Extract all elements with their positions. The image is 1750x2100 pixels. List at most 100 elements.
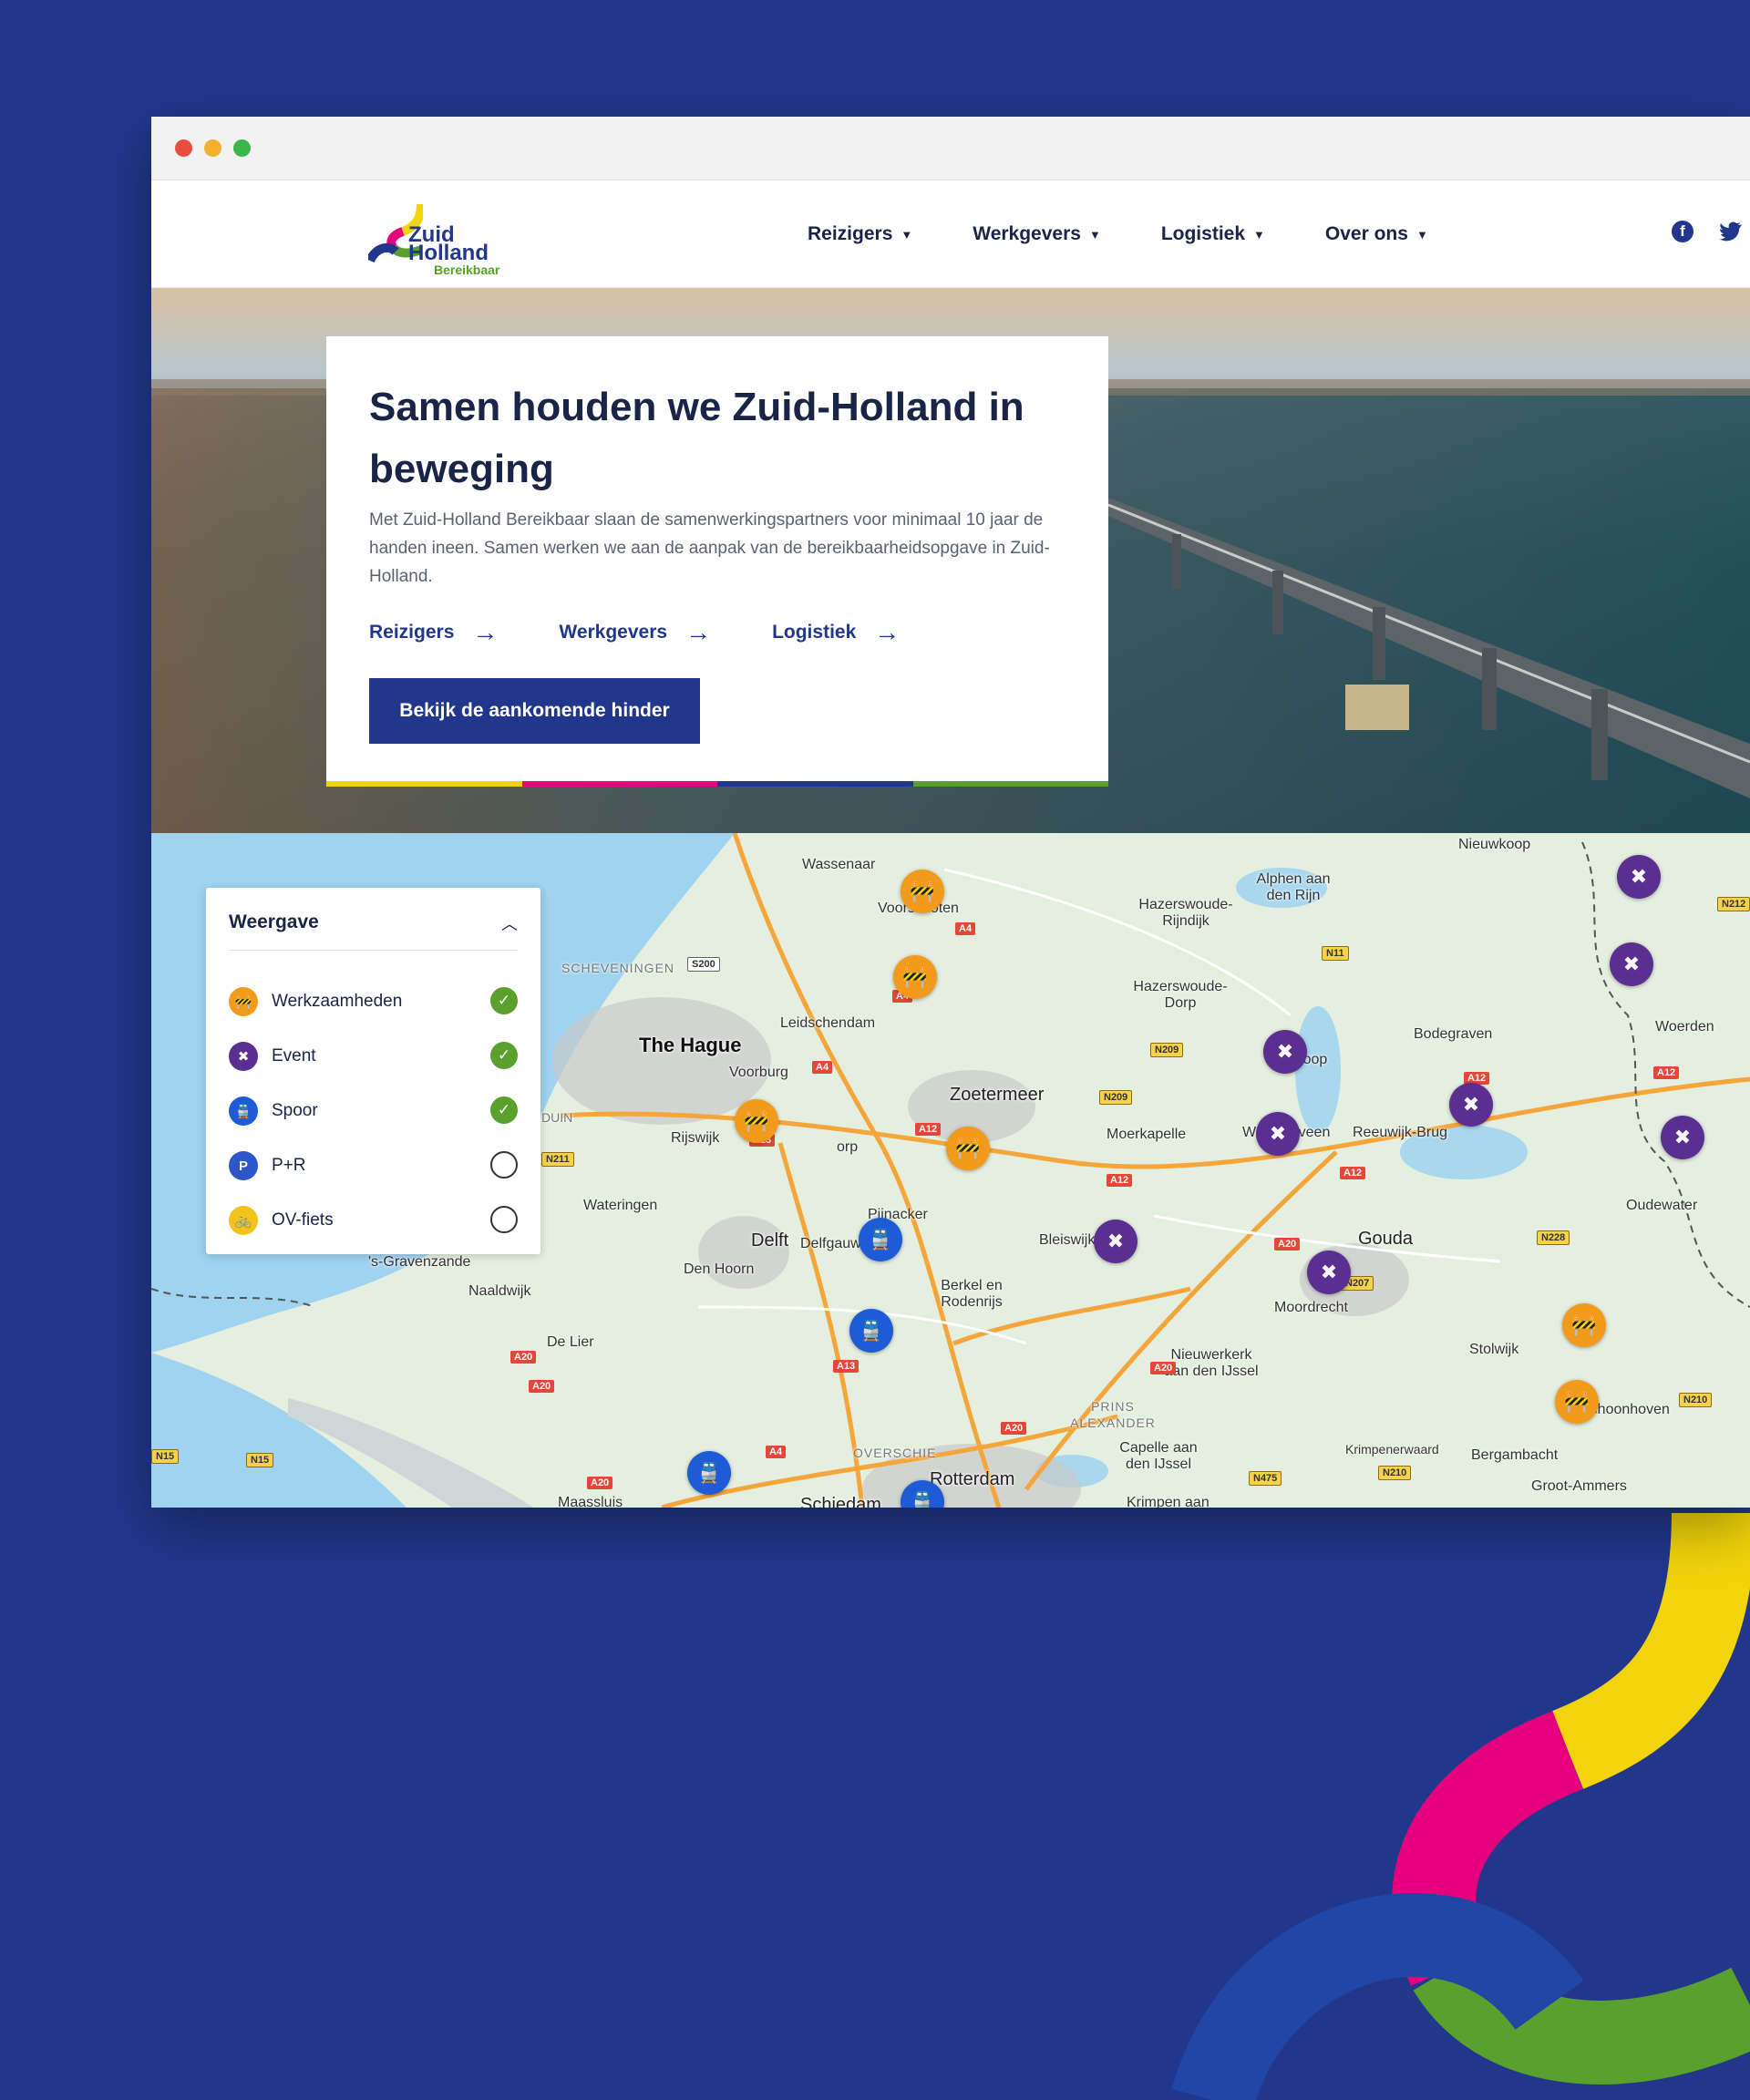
legend-item-spoor[interactable]: 🚆 Spoor ✓ — [229, 1093, 518, 1129]
map-place-label: Nieuwerkerk aan den IJssel — [1164, 1347, 1259, 1379]
map-place-label: Krimpenerwaard — [1345, 1442, 1439, 1457]
map-road-label: N15 — [246, 1453, 274, 1467]
browser-titlebar — [151, 117, 1750, 180]
facebook-icon[interactable]: f — [1672, 221, 1693, 242]
map-place-label: Bodegraven — [1414, 1026, 1493, 1042]
unchecked-circle-icon[interactable] — [490, 1206, 518, 1233]
nav-item-reizigers[interactable]: Reizigers ▼ — [808, 223, 912, 245]
map-place-label: Stolwijk — [1469, 1342, 1519, 1357]
map-road-label: A20 — [529, 1380, 555, 1393]
map-place-label: Den Hoorn — [684, 1261, 755, 1277]
arrow-right-icon: → — [685, 618, 712, 646]
legend-item-ov-fiets[interactable]: 🚲 OV-fiets — [229, 1202, 518, 1239]
legend-item-p-plus-r[interactable]: P P+R — [229, 1148, 518, 1184]
map-place-label: Bergambacht — [1471, 1447, 1559, 1463]
map-place-label: Reeuwijk-Brug — [1353, 1125, 1448, 1140]
legend-item-label: Spoor — [272, 1101, 318, 1120]
close-window-button[interactable] — [175, 139, 192, 157]
parking-icon: P — [229, 1151, 258, 1180]
minimize-window-button[interactable] — [204, 139, 221, 157]
nav-item-over-ons[interactable]: Over ons ▼ — [1325, 223, 1428, 245]
roadworks-marker[interactable]: 🚧 — [1562, 1303, 1606, 1347]
map-place-label: Wassenaar — [802, 857, 876, 872]
legend-item-werkzaamheden[interactable]: 🚧 Werkzaamheden ✓ — [229, 983, 518, 1020]
map-road-label: N209 — [1099, 1090, 1133, 1105]
event-marker[interactable]: ✖ — [1256, 1112, 1300, 1156]
roadworks-icon: 🚧 — [229, 987, 258, 1016]
roadworks-marker[interactable]: 🚧 — [735, 1099, 778, 1143]
map-place-label: The Hague — [639, 1034, 742, 1056]
disruption-map[interactable]: Wassenaar Voorschoten Hazerswoude-Rijndi… — [151, 833, 1750, 1508]
roadworks-marker[interactable]: 🚧 — [1555, 1380, 1599, 1424]
event-marker[interactable]: ✖ — [1617, 855, 1661, 899]
legend-item-label: OV-fiets — [272, 1210, 334, 1230]
event-marker[interactable]: ✖ — [1263, 1030, 1307, 1074]
train-icon: 🚆 — [229, 1096, 258, 1126]
maximize-window-button[interactable] — [233, 139, 251, 157]
map-road-label: N210 — [1378, 1466, 1412, 1480]
map-place-label: Hazerswoude-Dorp — [1133, 979, 1228, 1011]
map-place-label: Groot-Ammers — [1531, 1478, 1627, 1494]
map-road-label: A4 — [812, 1061, 833, 1074]
main-nav: Reizigers ▼ Werkgevers ▼ Logistiek ▼ Ove… — [808, 180, 1488, 288]
hero-link-werkgevers[interactable]: Werkgevers → — [559, 618, 711, 647]
map-place-label: Leidschendam — [780, 1015, 876, 1031]
train-marker[interactable]: 🚆 — [849, 1309, 893, 1353]
map-road-label: N15 — [151, 1449, 180, 1464]
hero-title: Samen houden we Zuid-Holland in beweging — [369, 385, 1024, 491]
map-road-label: A20 — [510, 1351, 537, 1364]
view-upcoming-disruptions-button[interactable]: Bekijk de aankomende hinder — [369, 678, 700, 744]
map-place-label: Krimpen aan — [1127, 1495, 1210, 1508]
map-place-label: OVERSCHIE — [853, 1446, 937, 1460]
checkmark-icon[interactable]: ✓ — [490, 987, 518, 1014]
event-marker[interactable]: ✖ — [1307, 1251, 1351, 1294]
hero-card: Samen houden we Zuid-Holland in beweging… — [326, 336, 1108, 787]
map-place-label: Moerkapelle — [1107, 1127, 1187, 1142]
train-marker[interactable]: 🚆 — [859, 1218, 902, 1261]
map-place-label: Naaldwijk — [468, 1283, 531, 1299]
map-road-label: A12 — [915, 1123, 942, 1136]
brand-color-stripe — [326, 781, 1108, 787]
event-marker[interactable]: ✖ — [1661, 1116, 1704, 1159]
legend-title: Weergave — [229, 911, 319, 932]
chevron-up-icon[interactable]: ︿ — [501, 911, 518, 935]
checkmark-icon[interactable]: ✓ — [490, 1096, 518, 1124]
site-logo[interactable]: Zuid Holland Bereikbaar — [368, 195, 532, 277]
checkmark-icon[interactable]: ✓ — [490, 1042, 518, 1069]
legend-item-event[interactable]: ✖ Event ✓ — [229, 1038, 518, 1075]
map-road-label: N211 — [541, 1152, 574, 1167]
roadworks-marker[interactable]: 🚧 — [901, 870, 944, 913]
site-header: Zuid Holland Bereikbaar Reizigers ▼ Werk… — [151, 180, 1750, 288]
event-marker[interactable]: ✖ — [1449, 1083, 1493, 1127]
event-marker[interactable]: ✖ — [1610, 942, 1653, 986]
train-marker[interactable]: 🚆 — [687, 1451, 731, 1495]
map-road-label: N212 — [1717, 897, 1750, 911]
nav-item-werkgevers[interactable]: Werkgevers ▼ — [973, 223, 1101, 245]
roadworks-marker[interactable]: 🚧 — [893, 955, 937, 999]
map-legend-panel: Weergave ︿ 🚧 Werkzaamheden ✓ ✖ Event ✓ 🚆… — [206, 888, 540, 1254]
map-road-label: A12 — [1653, 1066, 1680, 1079]
arrow-right-icon: → — [472, 618, 499, 646]
hero-link-reizigers[interactable]: Reizigers → — [369, 618, 498, 647]
twitter-icon[interactable] — [1717, 221, 1745, 242]
map-road-label: A12 — [1107, 1174, 1133, 1187]
hero-description: Met Zuid-Holland Bereikbaar slaan de sam… — [369, 510, 1050, 586]
browser-window: Zuid Holland Bereikbaar Reizigers ▼ Werk… — [151, 117, 1750, 1508]
legend-item-label: P+R — [272, 1156, 306, 1175]
unchecked-circle-icon[interactable] — [490, 1151, 518, 1179]
nav-item-label: Logistiek — [1160, 223, 1246, 244]
map-road-label: S200 — [687, 957, 720, 972]
hero-link-label: Werkgevers — [559, 622, 668, 643]
legend-header[interactable]: Weergave ︿ — [229, 911, 518, 951]
event-marker[interactable]: ✖ — [1094, 1220, 1138, 1263]
nav-item-logistiek[interactable]: Logistiek ▼ — [1161, 223, 1265, 245]
map-road-label: A20 — [1274, 1238, 1301, 1251]
map-place-label: orp — [837, 1139, 859, 1155]
bicycle-icon: 🚲 — [229, 1206, 258, 1235]
roadworks-marker[interactable]: 🚧 — [946, 1127, 990, 1170]
map-place-label: Capelle aan den IJssel — [1119, 1440, 1198, 1472]
map-place-label: Maassluis — [558, 1495, 623, 1508]
map-road-label: A13 — [833, 1360, 860, 1373]
hero-link-logistiek[interactable]: Logistiek → — [772, 618, 900, 647]
map-road-label: N11 — [1322, 946, 1349, 961]
